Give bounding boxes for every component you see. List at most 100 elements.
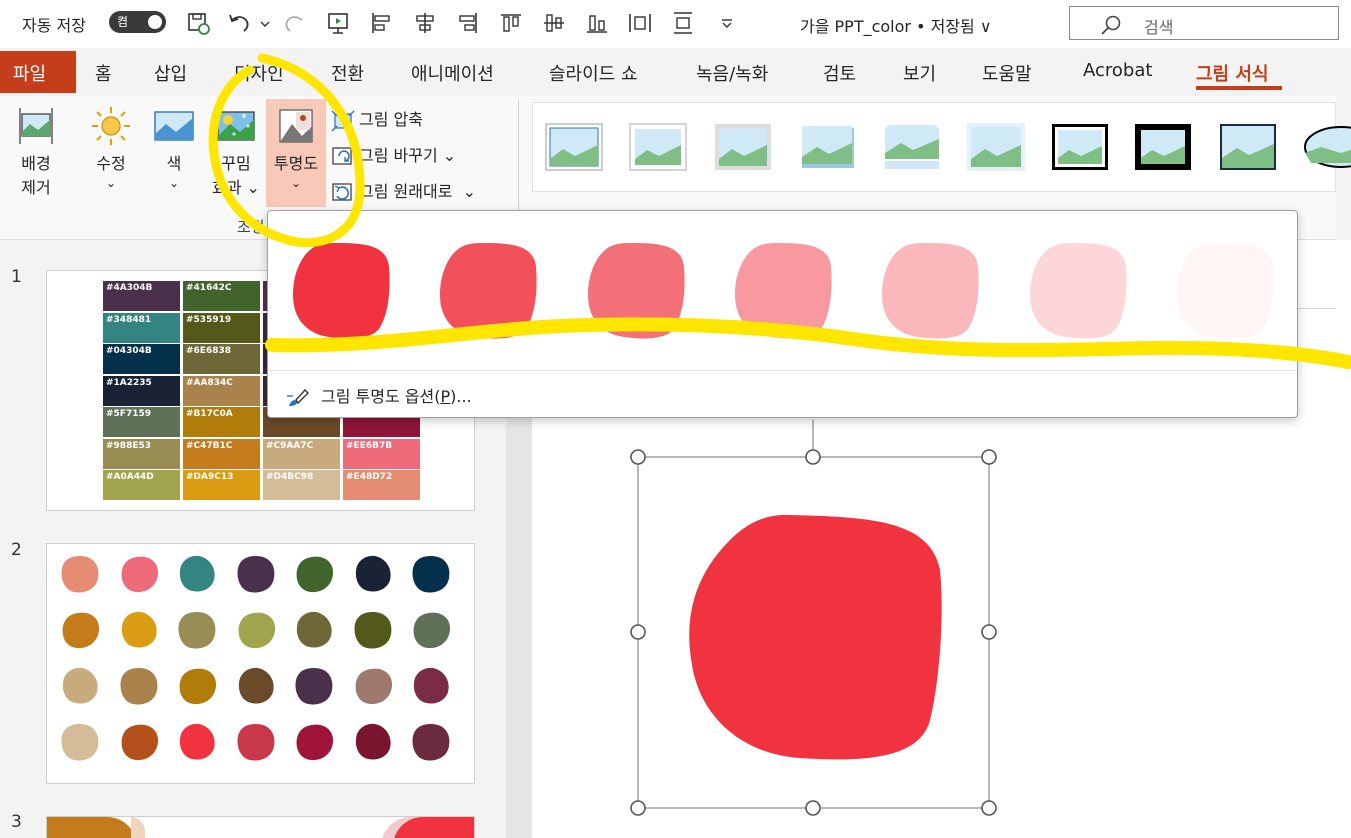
align-bottom-icon[interactable]	[584, 10, 610, 36]
color-blob	[355, 723, 391, 760]
color-blob	[62, 667, 98, 704]
resize-handle-bottom-left[interactable]	[630, 800, 646, 816]
transparency-preset-0[interactable]	[289, 237, 393, 341]
align-right-icon[interactable]	[455, 10, 481, 36]
tab-view[interactable]: 보기	[903, 60, 936, 86]
redo-icon[interactable]	[282, 10, 308, 36]
tab-acrobat[interactable]: Acrobat	[1083, 60, 1152, 81]
resize-handle-bottom[interactable]	[805, 800, 821, 816]
picture-style-simple-frame[interactable]	[545, 123, 603, 171]
picture-style-shadow-frame[interactable]	[714, 123, 772, 171]
transparency-preset-1[interactable]	[436, 237, 540, 341]
tab-insert[interactable]: 삽입	[154, 60, 187, 86]
align-top-icon[interactable]	[498, 10, 524, 36]
ribbon-separator	[518, 100, 519, 212]
tab-animations[interactable]: 애니메이션	[411, 60, 494, 86]
transparency-dropdown: 그림 투명도 옵션(P)...	[267, 210, 1298, 418]
palette-swatch: #AA834C	[183, 375, 260, 406]
align-left-icon[interactable]	[368, 10, 394, 36]
resize-handle-top-right[interactable]	[981, 449, 997, 465]
swatch-label: #6E6838	[186, 346, 231, 356]
distribute-vertical-icon[interactable]	[670, 10, 696, 36]
transparency-preset-5[interactable]	[1026, 237, 1130, 341]
tab-design[interactable]: 디자인	[234, 60, 284, 86]
resize-handle-bottom-right[interactable]	[981, 800, 997, 816]
slide-thumbnail-3[interactable]	[46, 816, 475, 838]
picture-style-oval[interactable]	[1301, 123, 1351, 171]
artistic-effects-button[interactable]: 꾸밈 효과 ⌄	[208, 104, 264, 200]
option-suffix: ...	[456, 387, 472, 406]
tab-file[interactable]: 파일	[0, 51, 76, 93]
compress-pictures-button[interactable]: 그림 압축	[331, 106, 423, 132]
picture-style-reflected[interactable]	[883, 123, 941, 171]
remove-background-icon	[19, 108, 53, 144]
picture-style-soft-edge[interactable]	[799, 123, 857, 171]
color-blob	[295, 668, 333, 705]
customize-toolbar-icon[interactable]	[714, 10, 734, 36]
transparency-icon	[279, 109, 313, 143]
align-middle-icon[interactable]	[541, 10, 567, 36]
red-blob-shape[interactable]	[689, 514, 942, 760]
palette-swatch: #EE6B7B	[343, 438, 420, 469]
slideshow-icon[interactable]	[325, 10, 351, 36]
picture-style-thick-black-frame[interactable]	[1134, 123, 1192, 171]
color-blob	[413, 667, 449, 704]
swatch-label: #04304B	[106, 346, 152, 356]
tab-help[interactable]: 도움말	[982, 60, 1032, 86]
adjust-group-label: 조정	[237, 218, 265, 236]
transparency-preset-2[interactable]	[584, 237, 688, 341]
distribute-horizontal-icon[interactable]	[627, 10, 653, 36]
undo-dropdown-icon[interactable]	[252, 10, 270, 36]
active-tab-indicator	[1196, 86, 1282, 90]
transparency-button[interactable]: 투명도 ⌄	[266, 99, 326, 207]
change-picture-button[interactable]: 그림 바꾸기 ⌄	[331, 142, 456, 168]
title-bar: 자동 저장 켬 가을 PPT_color • 저장됨 ∨ 검색	[0, 0, 1351, 48]
remove-background-button[interactable]: 배경 제거	[8, 104, 64, 200]
tab-review[interactable]: 검토	[823, 60, 856, 86]
picture-style-white-frame[interactable]	[629, 123, 687, 171]
picture-style-glow[interactable]	[967, 123, 1025, 171]
slide3-shape-beige	[131, 817, 145, 838]
selected-picture[interactable]	[620, 400, 1010, 825]
swatch-label: #41642C	[186, 283, 232, 293]
document-title[interactable]: 가을 PPT_color • 저장됨 ∨	[800, 13, 992, 37]
color-button[interactable]: 색 ⌄	[149, 104, 199, 190]
search-box[interactable]: 검색	[1069, 6, 1339, 40]
tab-picture-format[interactable]: 그림 서식	[1196, 60, 1269, 86]
align-center-icon[interactable]	[412, 10, 438, 36]
transparency-preset-6[interactable]	[1173, 237, 1277, 341]
palette-swatch: #4A304B	[103, 281, 180, 311]
resize-handle-left[interactable]	[630, 624, 646, 640]
palette-swatch: #C9AA7C	[263, 438, 340, 469]
resize-handle-top-left[interactable]	[630, 449, 646, 465]
tab-recording[interactable]: 녹음/녹화	[696, 60, 768, 86]
corrections-button[interactable]: 수정 ⌄	[86, 104, 136, 190]
tab-slideshow[interactable]: 슬라이드 쇼	[549, 60, 638, 86]
color-blob	[296, 724, 334, 761]
undo-icon[interactable]	[226, 10, 252, 36]
color-blob	[296, 556, 334, 593]
tab-home[interactable]: 홈	[95, 60, 112, 86]
color-blob	[178, 612, 216, 649]
autosave-toggle[interactable]: 켬	[109, 11, 166, 33]
palette-swatch: #5F7159	[103, 407, 180, 437]
picture-style-black-frame[interactable]	[1051, 123, 1109, 171]
resize-handle-right[interactable]	[981, 624, 997, 640]
color-blob	[412, 724, 450, 761]
palette-swatch: #E48D72	[343, 470, 420, 500]
slide-thumbnail-2[interactable]	[46, 543, 475, 784]
picture-style-thin-frame[interactable]	[1219, 123, 1277, 171]
save-icon[interactable]	[185, 10, 211, 36]
swatch-label: #988E53	[106, 440, 151, 451]
transparency-label: 투명도	[273, 154, 319, 173]
palette-swatch: #A0A44D	[103, 470, 180, 500]
transparency-preset-4[interactable]	[878, 237, 982, 341]
color-blob	[355, 668, 392, 705]
picture-transparency-options-item[interactable]: 그림 투명도 옵션(P)...	[285, 383, 472, 410]
transparency-preset-3[interactable]	[731, 237, 835, 341]
resize-handle-top[interactable]	[805, 449, 821, 465]
search-placeholder: 검색	[1144, 18, 1174, 37]
reset-picture-button[interactable]: 그림 원래대로 ⌄	[331, 178, 476, 204]
tab-transitions[interactable]: 전환	[331, 60, 364, 86]
compress-icon	[331, 110, 355, 131]
